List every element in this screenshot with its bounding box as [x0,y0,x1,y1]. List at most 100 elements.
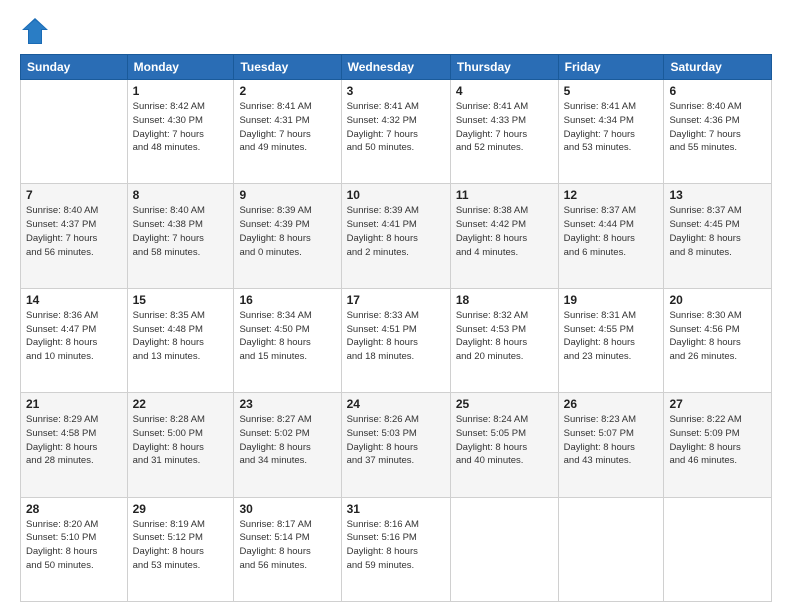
day-number: 13 [669,188,766,202]
calendar-cell: 25 Sunrise: 8:24 AM Sunset: 5:05 PM Dayli… [450,393,558,497]
calendar-week-row: 7 Sunrise: 8:40 AM Sunset: 4:37 PM Daylig… [21,184,772,288]
calendar-cell: 26 Sunrise: 8:23 AM Sunset: 5:07 PM Dayli… [558,393,664,497]
day-number: 16 [239,293,335,307]
calendar-week-row: 28 Sunrise: 8:20 AM Sunset: 5:10 PM Dayli… [21,497,772,601]
day-info: Sunrise: 8:40 AM Sunset: 4:38 PM Dayligh… [133,204,229,259]
day-number: 28 [26,502,122,516]
day-number: 18 [456,293,553,307]
day-number: 3 [347,84,445,98]
day-info: Sunrise: 8:22 AM Sunset: 5:09 PM Dayligh… [669,413,766,468]
calendar-cell [450,497,558,601]
day-number: 27 [669,397,766,411]
calendar-day-header: Wednesday [341,55,450,80]
day-number: 24 [347,397,445,411]
day-info: Sunrise: 8:19 AM Sunset: 5:12 PM Dayligh… [133,518,229,573]
day-info: Sunrise: 8:34 AM Sunset: 4:50 PM Dayligh… [239,309,335,364]
day-info: Sunrise: 8:31 AM Sunset: 4:55 PM Dayligh… [564,309,659,364]
day-number: 6 [669,84,766,98]
calendar-cell [558,497,664,601]
calendar-day-header: Saturday [664,55,772,80]
calendar-cell: 12 Sunrise: 8:37 AM Sunset: 4:44 PM Dayli… [558,184,664,288]
logo [20,16,54,46]
day-info: Sunrise: 8:41 AM Sunset: 4:32 PM Dayligh… [347,100,445,155]
day-number: 1 [133,84,229,98]
day-number: 10 [347,188,445,202]
calendar-cell: 8 Sunrise: 8:40 AM Sunset: 4:38 PM Daylig… [127,184,234,288]
day-number: 15 [133,293,229,307]
calendar-cell: 3 Sunrise: 8:41 AM Sunset: 4:32 PM Daylig… [341,80,450,184]
calendar-cell: 27 Sunrise: 8:22 AM Sunset: 5:09 PM Dayli… [664,393,772,497]
day-info: Sunrise: 8:16 AM Sunset: 5:16 PM Dayligh… [347,518,445,573]
calendar-cell: 15Sunrise: 8:35 AM Sunset: 4:48 PM Dayli… [127,288,234,392]
calendar-cell: 20 Sunrise: 8:30 AM Sunset: 4:56 PM Dayli… [664,288,772,392]
day-number: 9 [239,188,335,202]
day-number: 8 [133,188,229,202]
page: SundayMondayTuesdayWednesdayThursdayFrid… [0,0,792,612]
calendar-cell: 28 Sunrise: 8:20 AM Sunset: 5:10 PM Dayli… [21,497,128,601]
day-info: Sunrise: 8:26 AM Sunset: 5:03 PM Dayligh… [347,413,445,468]
calendar-cell: 21 Sunrise: 8:29 AM Sunset: 4:58 PM Dayli… [21,393,128,497]
calendar-cell: 13Sunrise: 8:37 AM Sunset: 4:45 PM Dayli… [664,184,772,288]
day-number: 5 [564,84,659,98]
day-info: Sunrise: 8:32 AM Sunset: 4:53 PM Dayligh… [456,309,553,364]
logo-icon [20,16,50,46]
calendar-cell: 16 Sunrise: 8:34 AM Sunset: 4:50 PM Dayli… [234,288,341,392]
calendar-cell: 6 Sunrise: 8:40 AM Sunset: 4:36 PM Daylig… [664,80,772,184]
calendar-cell: 18 Sunrise: 8:32 AM Sunset: 4:53 PM Dayli… [450,288,558,392]
calendar-cell: 22 Sunrise: 8:28 AM Sunset: 5:00 PM Dayli… [127,393,234,497]
day-info: Sunrise: 8:20 AM Sunset: 5:10 PM Dayligh… [26,518,122,573]
day-info: Sunrise: 8:28 AM Sunset: 5:00 PM Dayligh… [133,413,229,468]
day-number: 19 [564,293,659,307]
calendar-day-header: Tuesday [234,55,341,80]
calendar-cell: 5Sunrise: 8:41 AM Sunset: 4:34 PM Daylig… [558,80,664,184]
day-info: Sunrise: 8:38 AM Sunset: 4:42 PM Dayligh… [456,204,553,259]
day-info: Sunrise: 8:42 AM Sunset: 4:30 PM Dayligh… [133,100,229,155]
day-number: 12 [564,188,659,202]
day-number: 31 [347,502,445,516]
day-info: Sunrise: 8:29 AM Sunset: 4:58 PM Dayligh… [26,413,122,468]
header [20,16,772,46]
calendar-cell: 1 Sunrise: 8:42 AM Sunset: 4:30 PM Daylig… [127,80,234,184]
calendar-cell [21,80,128,184]
day-number: 26 [564,397,659,411]
calendar-cell: 31 Sunrise: 8:16 AM Sunset: 5:16 PM Dayli… [341,497,450,601]
day-number: 7 [26,188,122,202]
calendar-day-header: Friday [558,55,664,80]
calendar-cell: 24 Sunrise: 8:26 AM Sunset: 5:03 PM Dayli… [341,393,450,497]
day-info: Sunrise: 8:40 AM Sunset: 4:36 PM Dayligh… [669,100,766,155]
day-info: Sunrise: 8:40 AM Sunset: 4:37 PM Dayligh… [26,204,122,259]
day-info: Sunrise: 8:37 AM Sunset: 4:44 PM Dayligh… [564,204,659,259]
day-number: 29 [133,502,229,516]
day-info: Sunrise: 8:41 AM Sunset: 4:33 PM Dayligh… [456,100,553,155]
day-number: 2 [239,84,335,98]
calendar: SundayMondayTuesdayWednesdayThursdayFrid… [20,54,772,602]
calendar-week-row: 14Sunrise: 8:36 AM Sunset: 4:47 PM Dayli… [21,288,772,392]
calendar-cell: 4 Sunrise: 8:41 AM Sunset: 4:33 PM Daylig… [450,80,558,184]
calendar-cell: 10 Sunrise: 8:39 AM Sunset: 4:41 PM Dayli… [341,184,450,288]
day-info: Sunrise: 8:23 AM Sunset: 5:07 PM Dayligh… [564,413,659,468]
calendar-cell: 30Sunrise: 8:17 AM Sunset: 5:14 PM Dayli… [234,497,341,601]
day-info: Sunrise: 8:24 AM Sunset: 5:05 PM Dayligh… [456,413,553,468]
calendar-cell: 7 Sunrise: 8:40 AM Sunset: 4:37 PM Daylig… [21,184,128,288]
calendar-week-row: 21 Sunrise: 8:29 AM Sunset: 4:58 PM Dayli… [21,393,772,497]
day-number: 4 [456,84,553,98]
day-info: Sunrise: 8:33 AM Sunset: 4:51 PM Dayligh… [347,309,445,364]
calendar-day-header: Monday [127,55,234,80]
day-info: Sunrise: 8:30 AM Sunset: 4:56 PM Dayligh… [669,309,766,364]
day-number: 21 [26,397,122,411]
calendar-cell: 2Sunrise: 8:41 AM Sunset: 4:31 PM Daylig… [234,80,341,184]
calendar-week-row: 1 Sunrise: 8:42 AM Sunset: 4:30 PM Daylig… [21,80,772,184]
day-number: 23 [239,397,335,411]
day-info: Sunrise: 8:27 AM Sunset: 5:02 PM Dayligh… [239,413,335,468]
day-number: 30 [239,502,335,516]
calendar-cell: 11Sunrise: 8:38 AM Sunset: 4:42 PM Dayli… [450,184,558,288]
calendar-header-row: SundayMondayTuesdayWednesdayThursdayFrid… [21,55,772,80]
calendar-cell: 9Sunrise: 8:39 AM Sunset: 4:39 PM Daylig… [234,184,341,288]
day-number: 25 [456,397,553,411]
day-number: 22 [133,397,229,411]
day-info: Sunrise: 8:39 AM Sunset: 4:41 PM Dayligh… [347,204,445,259]
day-number: 14 [26,293,122,307]
calendar-cell: 23 Sunrise: 8:27 AM Sunset: 5:02 PM Dayli… [234,393,341,497]
day-number: 20 [669,293,766,307]
calendar-cell: 17Sunrise: 8:33 AM Sunset: 4:51 PM Dayli… [341,288,450,392]
